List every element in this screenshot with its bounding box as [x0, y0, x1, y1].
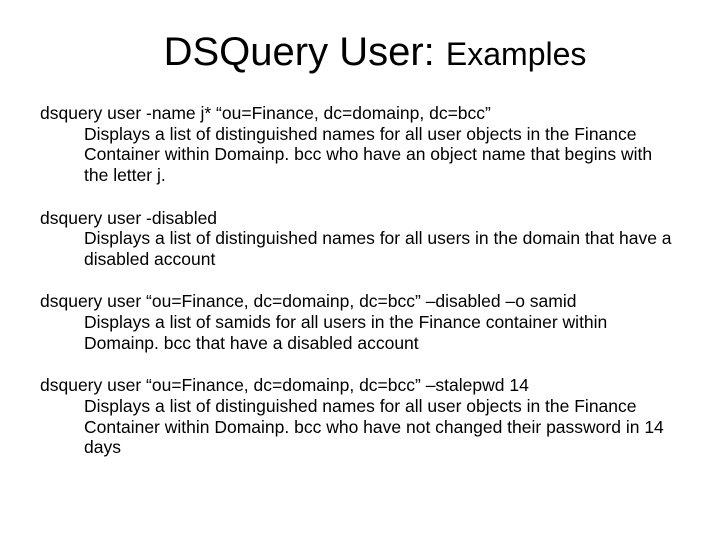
example-command: dsquery user -disabled	[40, 208, 680, 229]
example-block: dsquery user -name j* “ou=Finance, dc=do…	[40, 103, 680, 186]
example-description: Displays a list of distinguished names f…	[40, 228, 680, 269]
example-command: dsquery user “ou=Finance, dc=domainp, dc…	[40, 291, 680, 312]
title-sub: Examples	[446, 36, 587, 72]
example-description: Displays a list of samids for all users …	[40, 312, 680, 353]
example-block: dsquery user “ou=Finance, dc=domainp, dc…	[40, 291, 680, 353]
example-command: dsquery user -name j* “ou=Finance, dc=do…	[40, 103, 680, 124]
example-command: dsquery user “ou=Finance, dc=domainp, dc…	[40, 375, 680, 396]
slide-title: DSQuery User: Examples	[40, 30, 680, 75]
example-description: Displays a list of distinguished names f…	[40, 396, 680, 458]
example-block: dsquery user -disabled Displays a list o…	[40, 208, 680, 270]
example-block: dsquery user “ou=Finance, dc=domainp, dc…	[40, 375, 680, 458]
title-main: DSQuery User:	[164, 30, 446, 74]
example-description: Displays a list of distinguished names f…	[40, 124, 680, 186]
